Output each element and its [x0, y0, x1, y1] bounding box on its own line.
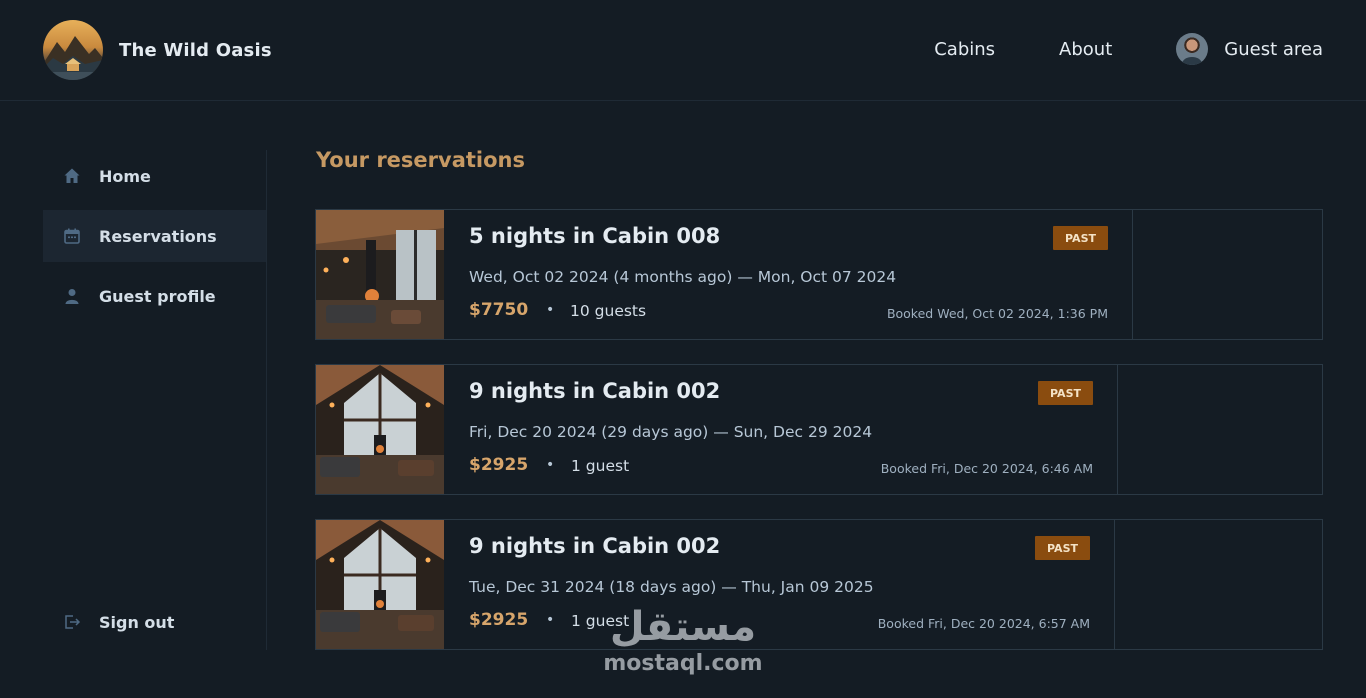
- reservation-guests: 10 guests: [570, 302, 647, 320]
- reservation-card: 9 nights in Cabin 002 PAST Tue, Dec 31 2…: [315, 519, 1323, 650]
- sign-out-label: Sign out: [99, 612, 175, 632]
- reservation-dates: Fri, Dec 20 2024 (29 days ago) — Sun, De…: [469, 423, 873, 441]
- reservation-card: 9 nights in Cabin 002 PAST Fri, Dec 20 2…: [315, 364, 1323, 495]
- sidebar-item-home[interactable]: Home: [43, 150, 266, 202]
- cabin-image: [316, 520, 444, 649]
- watermark-arabic: مستقل: [609, 604, 757, 650]
- reservation-price: $2925: [469, 455, 529, 475]
- reservation-price: $2925: [469, 610, 529, 630]
- sign-out-icon: [63, 613, 81, 631]
- nav-about-link[interactable]: About: [1059, 39, 1112, 60]
- calendar-icon: [63, 227, 81, 245]
- sidebar-item-label: Home: [99, 166, 151, 186]
- status-badge: PAST: [1035, 536, 1090, 560]
- watermark: مستقل mostaql.com: [598, 604, 768, 686]
- reservation-card: 5 nights in Cabin 008 PAST Wed, Oct 02 2…: [315, 209, 1323, 340]
- sidebar-item-guest-profile[interactable]: Guest profile: [43, 270, 266, 322]
- reservation-dates: Tue, Dec 31 2024 (18 days ago) — Thu, Ja…: [469, 578, 874, 596]
- separator-dot: •: [546, 302, 555, 318]
- booked-date: Booked Wed, Oct 02 2024, 1:36 PM: [886, 306, 1108, 321]
- separator-dot: •: [546, 457, 555, 473]
- cabin-image: [316, 365, 444, 494]
- status-badge: PAST: [1053, 226, 1108, 250]
- user-icon: [63, 287, 81, 305]
- reservation-actions: [1118, 365, 1322, 494]
- booked-date: Booked Fri, Dec 20 2024, 6:57 AM: [877, 616, 1090, 631]
- booked-date: Booked Fri, Dec 20 2024, 6:46 AM: [880, 461, 1093, 476]
- reservation-details: 9 nights in Cabin 002 PAST Tue, Dec 31 2…: [444, 520, 1115, 649]
- reservation-title: 5 nights in Cabin 008: [469, 224, 721, 248]
- guest-area-label: Guest area: [1224, 38, 1323, 60]
- sign-out-button[interactable]: Sign out: [43, 596, 266, 648]
- reservation-actions: [1115, 520, 1322, 649]
- avatar: [1176, 33, 1209, 65]
- reservation-guests: 1 guest: [571, 457, 630, 475]
- site-header: The Wild Oasis Cabins About Guest area: [0, 0, 1366, 101]
- separator-dot: •: [546, 612, 555, 628]
- reservation-details: 5 nights in Cabin 008 PAST Wed, Oct 02 2…: [444, 210, 1133, 339]
- nav-cabins-link[interactable]: Cabins: [934, 39, 995, 60]
- sidebar-item-label: Guest profile: [99, 286, 216, 306]
- reservation-dates: Wed, Oct 02 2024 (4 months ago) — Mon, O…: [469, 268, 897, 286]
- brand-name: The Wild Oasis: [119, 39, 272, 61]
- reservation-title: 9 nights in Cabin 002: [469, 379, 721, 403]
- logo-link[interactable]: The Wild Oasis: [43, 20, 272, 80]
- reservation-title: 9 nights in Cabin 002: [469, 534, 721, 558]
- sidebar-item-reservations[interactable]: Reservations: [43, 210, 266, 262]
- main-nav: Cabins About Guest area: [934, 33, 1323, 65]
- page-title: Your reservations: [316, 148, 525, 172]
- cabin-image: [316, 210, 444, 339]
- status-badge: PAST: [1038, 381, 1093, 405]
- watermark-latin: mostaql.com: [603, 651, 763, 676]
- logo-icon: [43, 20, 103, 80]
- sidebar: Home Reservations Guest profile Sign out: [43, 150, 267, 650]
- reservation-details: 9 nights in Cabin 002 PAST Fri, Dec 20 2…: [444, 365, 1118, 494]
- nav-guest-area-link[interactable]: Guest area: [1176, 33, 1323, 65]
- sidebar-item-label: Reservations: [99, 226, 217, 246]
- reservation-price: $7750: [469, 300, 529, 320]
- reservation-actions: [1133, 210, 1322, 339]
- home-icon: [63, 167, 81, 185]
